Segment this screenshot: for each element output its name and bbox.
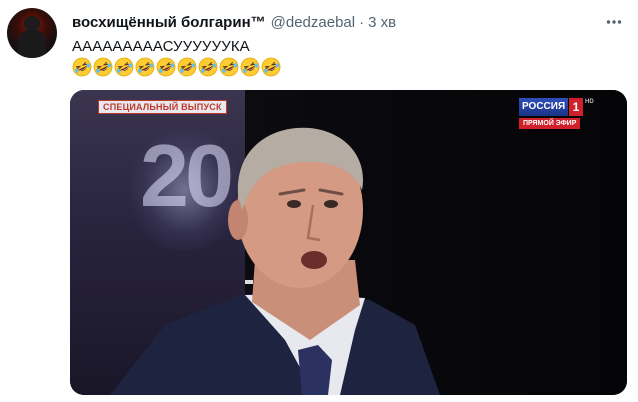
rolling-laughing-emoji-icon [261,57,281,77]
hd-mark: HD [585,99,594,105]
emoji-row [72,57,281,77]
author-handle[interactable]: @dedzaebal [271,14,355,31]
more-horizontal-icon [606,20,622,24]
rolling-laughing-emoji-icon [198,57,218,77]
rolling-laughing-emoji-icon [240,57,260,77]
separator-dot: · [359,13,365,31]
presenter-figure [110,127,440,395]
rolling-laughing-emoji-icon [177,57,197,77]
tweet-timestamp[interactable]: 3 хв [368,14,396,31]
tweet-header: восхищённый болгарин™ @dedzaebal · 3 хв [72,11,628,33]
special-edition-badge: СПЕЦИАЛЬНЫЙ ВЫПУСК [98,100,227,114]
more-options-button[interactable] [604,12,624,32]
tweet-text: АААААААААСУУУУУУКА [72,38,250,55]
rolling-laughing-emoji-icon [156,57,176,77]
avatar-figure-body [18,30,46,58]
live-broadcast-label: ПРЯМОЙ ЭФИР [519,118,581,129]
rolling-laughing-emoji-icon [72,57,92,77]
avatar[interactable] [7,8,57,58]
channel-logo: РОССИЯ 1 HD ПРЯМОЙ ЭФИР [519,98,595,134]
rolling-laughing-emoji-icon [219,57,239,77]
tweet-media-video[interactable]: 20 СПЕЦИАЛЬНЫЙ ВЫПУСК РОССИЯ 1 HD ПРЯМОЙ… [70,90,627,395]
channel-name: РОССИЯ [519,98,569,116]
author-name[interactable]: восхищённый болгарин™ [72,14,266,31]
channel-number: 1 [569,98,583,116]
rolling-laughing-emoji-icon [93,57,113,77]
rolling-laughing-emoji-icon [135,57,155,77]
rolling-laughing-emoji-icon [114,57,134,77]
